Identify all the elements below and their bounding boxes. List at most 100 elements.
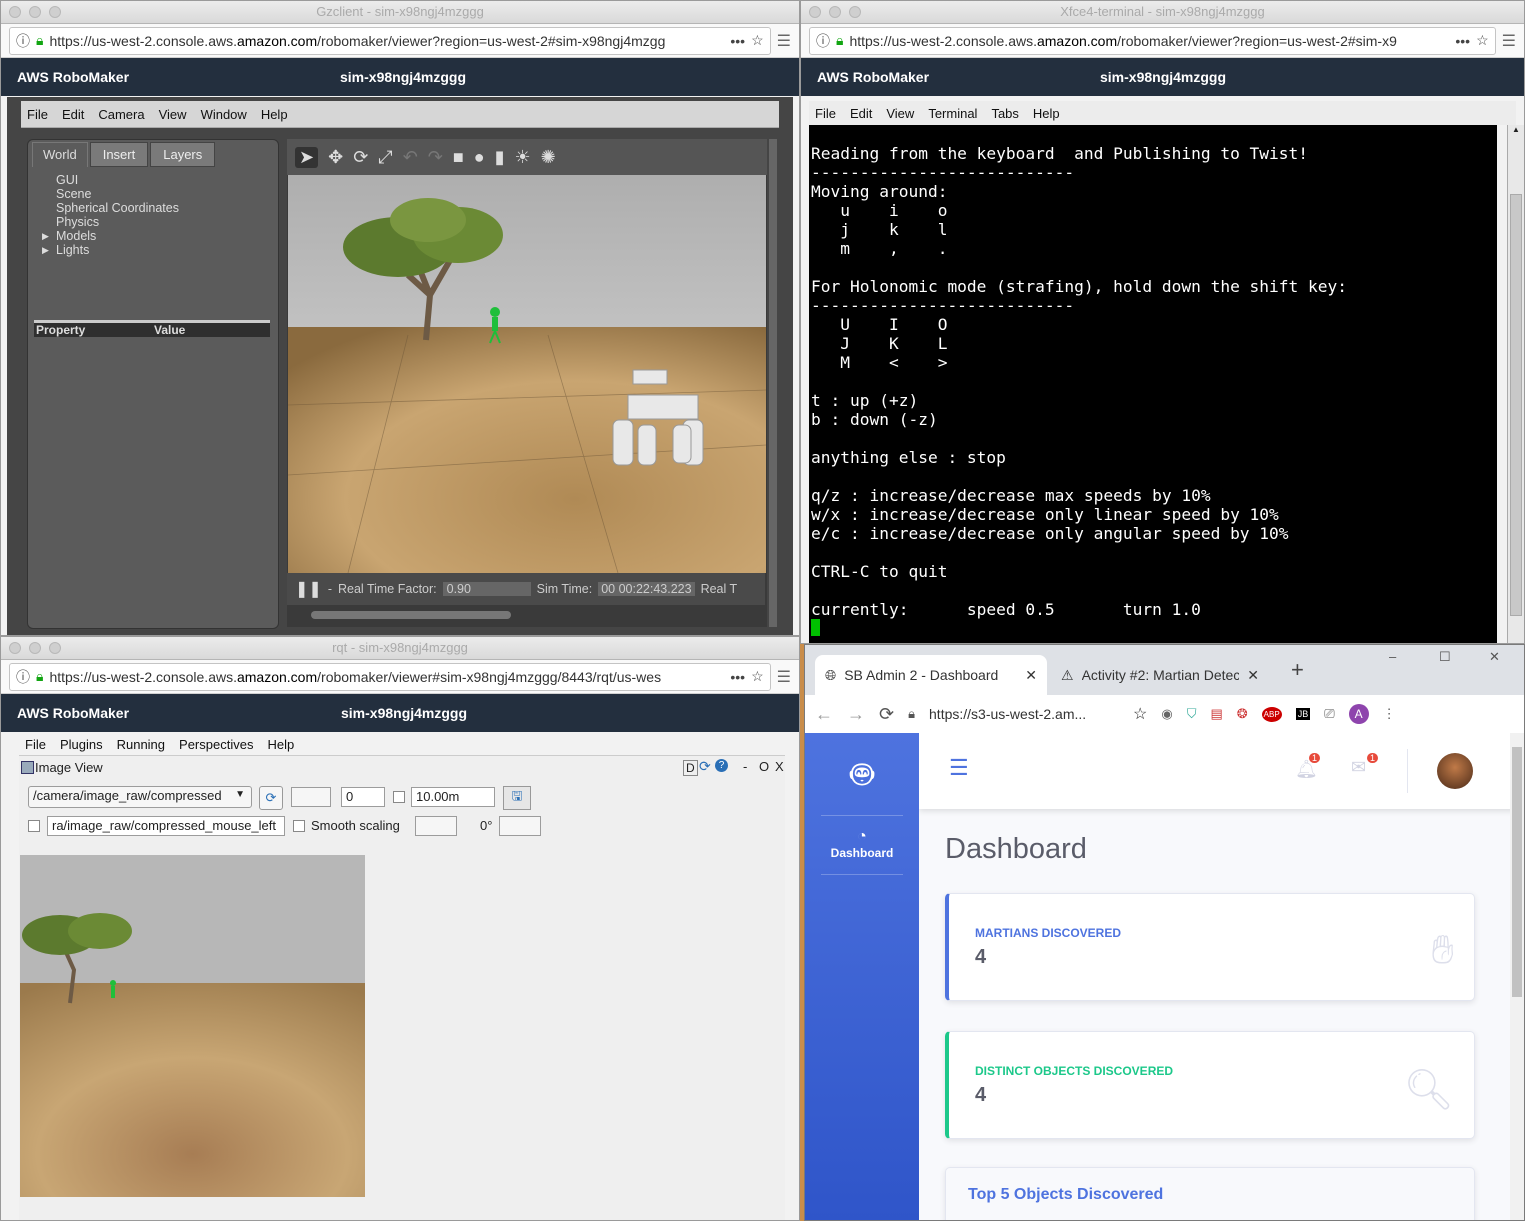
extension-pdf-icon[interactable]: ▤ <box>1210 706 1222 722</box>
menu-edit[interactable]: Edit <box>62 107 84 122</box>
undo-icon[interactable]: ↶ <box>403 147 418 168</box>
menu-camera[interactable]: Camera <box>98 107 144 122</box>
window-titlebar[interactable]: Xfce4-terminal - sim-x98ngj4mzggg <box>801 1 1524 24</box>
address-bar[interactable]: ⓘ 🔒︎ https://us-west-2.console.aws.amazo… <box>809 26 1496 55</box>
chrome-menu-icon[interactable]: ⋮ <box>1383 706 1396 722</box>
range-checkbox[interactable] <box>393 791 405 803</box>
expand-arrow-icon[interactable]: ▶ <box>42 229 49 243</box>
mouse-topic-input[interactable]: ra/image_raw/compressed_mouse_left <box>47 816 285 836</box>
spotlight-icon[interactable]: ✺ <box>541 147 556 168</box>
rotate-right-button[interactable] <box>499 816 541 836</box>
menu-window[interactable]: Window <box>201 107 247 122</box>
menu-help[interactable]: Help <box>261 107 288 122</box>
close-light[interactable] <box>809 6 821 18</box>
extension-circle-icon[interactable]: ◉ <box>1161 706 1172 722</box>
save-image-button[interactable]: 🖫︎ <box>503 786 531 810</box>
rotate-icon[interactable]: ⟳ <box>353 147 368 168</box>
scroll-thumb[interactable] <box>1512 747 1522 997</box>
close-light[interactable] <box>9 642 21 654</box>
bookmark-star-icon[interactable]: ☆ <box>1476 32 1489 49</box>
terminal-scrollbar[interactable]: ▲ <box>1507 125 1524 643</box>
close-tab-icon[interactable]: ✕ <box>1025 667 1037 684</box>
rotate-left-button[interactable] <box>415 816 457 836</box>
menu-file[interactable]: File <box>27 107 48 122</box>
new-tab-button[interactable]: + <box>1291 657 1304 683</box>
bookmark-star-icon[interactable]: ☆ <box>751 32 764 49</box>
scale-icon[interactable]: ⤢ <box>378 147 392 168</box>
tab-sb-admin[interactable]: 🌐︎ SB Admin 2 - Dashboard ✕ <box>815 655 1047 695</box>
sidebar-item-dashboard[interactable]: ◔ Dashboard <box>805 828 919 860</box>
cast-icon[interactable]: ⎚ <box>1324 706 1334 722</box>
menu-edit[interactable]: Edit <box>850 106 872 121</box>
address-bar[interactable]: ⓘ 🔒︎ https://us-west-2.console.aws.amazo… <box>9 26 771 55</box>
menu-file[interactable]: File <box>815 106 836 121</box>
minimize-window-icon[interactable]: – <box>1389 649 1396 664</box>
scroll-up-icon[interactable]: ▲ <box>1508 125 1524 134</box>
tree-item-gui[interactable]: GUI <box>56 173 278 187</box>
sidebar-toggle-icon[interactable]: ☰ <box>949 755 969 781</box>
refresh-topics-button[interactable]: ⟳ <box>259 786 283 810</box>
forward-icon[interactable]: → <box>847 704 865 725</box>
help-icon[interactable]: ? <box>715 759 728 772</box>
box-icon[interactable]: ■ <box>453 147 464 168</box>
value-spinbox[interactable]: 0 <box>341 787 385 807</box>
tree-item-spherical-coordinates[interactable]: Spherical Coordinates <box>56 201 278 215</box>
close-tab-icon[interactable]: ✕ <box>1247 667 1259 684</box>
window-titlebar[interactable]: rqt - sim-x98ngj4mzggg <box>1 637 799 660</box>
info-icon[interactable]: ⓘ <box>16 667 30 687</box>
camera-image[interactable] <box>20 855 365 1197</box>
close-window-icon[interactable]: ✕ <box>1489 649 1500 665</box>
menu-terminal[interactable]: Terminal <box>928 106 977 121</box>
menu-file[interactable]: File <box>25 737 46 752</box>
user-avatar[interactable] <box>1437 753 1473 789</box>
tab-layers[interactable]: Layers <box>150 142 216 167</box>
window-titlebar[interactable]: Gzclient - sim-x98ngj4mzggg <box>1 1 799 24</box>
tab-insert[interactable]: Insert <box>89 142 149 167</box>
tree-item-physics[interactable]: Physics <box>56 215 278 229</box>
menu-help[interactable]: Help <box>1033 106 1060 121</box>
window-controls[interactable] <box>9 6 61 18</box>
sphere-icon[interactable]: ● <box>474 147 485 168</box>
hamburger-menu-icon[interactable]: ☰ <box>777 667 791 687</box>
max-range-spinbox[interactable]: 10.00m <box>411 787 495 807</box>
minimize-light[interactable] <box>829 6 841 18</box>
reload-icon[interactable]: ⟳ <box>879 704 894 725</box>
maximize-window-icon[interactable]: ☐ <box>1439 649 1451 665</box>
bookmark-star-icon[interactable]: ☆ <box>1133 704 1147 724</box>
more-dots-icon[interactable]: ••• <box>1455 33 1470 49</box>
close-light[interactable] <box>9 6 21 18</box>
adblock-icon[interactable]: ABP <box>1261 706 1282 722</box>
minimize-plugin-button[interactable]: - <box>743 759 747 774</box>
page-scrollbar[interactable] <box>1510 733 1524 1220</box>
info-icon[interactable]: ⓘ <box>16 31 30 51</box>
extension-octopus-icon[interactable]: ❂ <box>1237 706 1248 722</box>
terminal-output[interactable]: Reading from the keyboard and Publishing… <box>809 125 1497 643</box>
back-icon[interactable]: ← <box>815 704 833 725</box>
more-dots-icon[interactable]: ••• <box>730 669 745 685</box>
tab-martian-detector[interactable]: ⚠︎ Activity #2: Martian Detecto ✕ <box>1051 655 1269 695</box>
close-plugin-button[interactable]: X <box>775 759 784 774</box>
menu-running[interactable]: Running <box>117 737 165 752</box>
bookmark-star-icon[interactable]: ☆ <box>751 668 764 685</box>
float-plugin-button[interactable]: O <box>759 759 769 774</box>
select-arrow-icon[interactable]: ➤ <box>295 146 319 168</box>
translate-icon[interactable]: ✥ <box>328 147 343 168</box>
menu-tabs[interactable]: Tabs <box>991 106 1018 121</box>
brand-robot-icon[interactable]: 🤖︎ <box>805 749 919 803</box>
menu-view[interactable]: View <box>886 106 914 121</box>
menu-help[interactable]: Help <box>267 737 294 752</box>
sun-icon[interactable]: ☀ <box>515 147 531 168</box>
minimize-light[interactable] <box>29 642 41 654</box>
3d-viewport[interactable] <box>288 175 766 573</box>
scene-scrollbar[interactable] <box>769 139 777 627</box>
smooth-scaling-checkbox[interactable] <box>293 820 305 832</box>
cylinder-icon[interactable]: ▮ <box>495 147 505 168</box>
info-icon[interactable]: ⓘ <box>816 31 830 51</box>
more-dots-icon[interactable]: ••• <box>730 33 745 49</box>
window-controls[interactable] <box>9 642 61 654</box>
menu-plugins[interactable]: Plugins <box>60 737 103 752</box>
menu-view[interactable]: View <box>159 107 187 122</box>
blank-field[interactable] <box>291 787 331 807</box>
window-controls[interactable] <box>809 6 861 18</box>
tree-item-lights[interactable]: ▶ Lights <box>42 243 278 257</box>
